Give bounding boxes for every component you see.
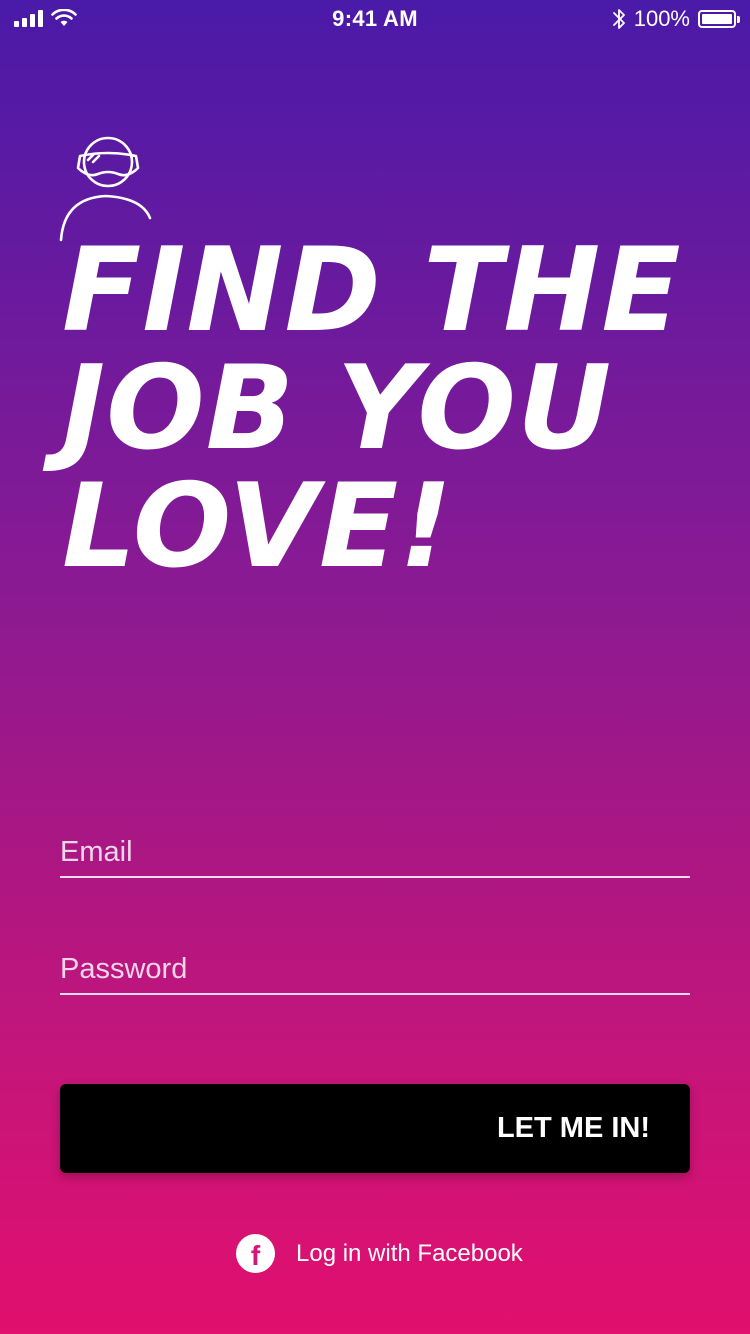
- password-field-container: [60, 947, 690, 995]
- facebook-icon: f: [236, 1234, 275, 1273]
- battery-icon: [698, 10, 740, 28]
- headline-line-3: LOVE!: [62, 459, 454, 594]
- status-right: 100%: [612, 6, 740, 32]
- headline: FIND THE JOB YOU LOVE!: [62, 232, 742, 586]
- let-me-in-button[interactable]: LET ME IN!: [60, 1084, 690, 1173]
- facebook-login-label: Log in with Facebook: [296, 1239, 523, 1267]
- status-bar: 9:41 AM 100%: [0, 0, 750, 40]
- email-field-container: [60, 830, 690, 878]
- bluetooth-icon: [612, 9, 625, 29]
- password-field[interactable]: [60, 947, 690, 991]
- headline-line-1: FIND THE: [62, 223, 682, 358]
- facebook-login-link[interactable]: f Log in with Facebook: [236, 1234, 523, 1273]
- headline-line-2: JOB YOU: [62, 341, 613, 476]
- email-field[interactable]: [60, 830, 690, 874]
- battery-percent: 100%: [633, 6, 690, 31]
